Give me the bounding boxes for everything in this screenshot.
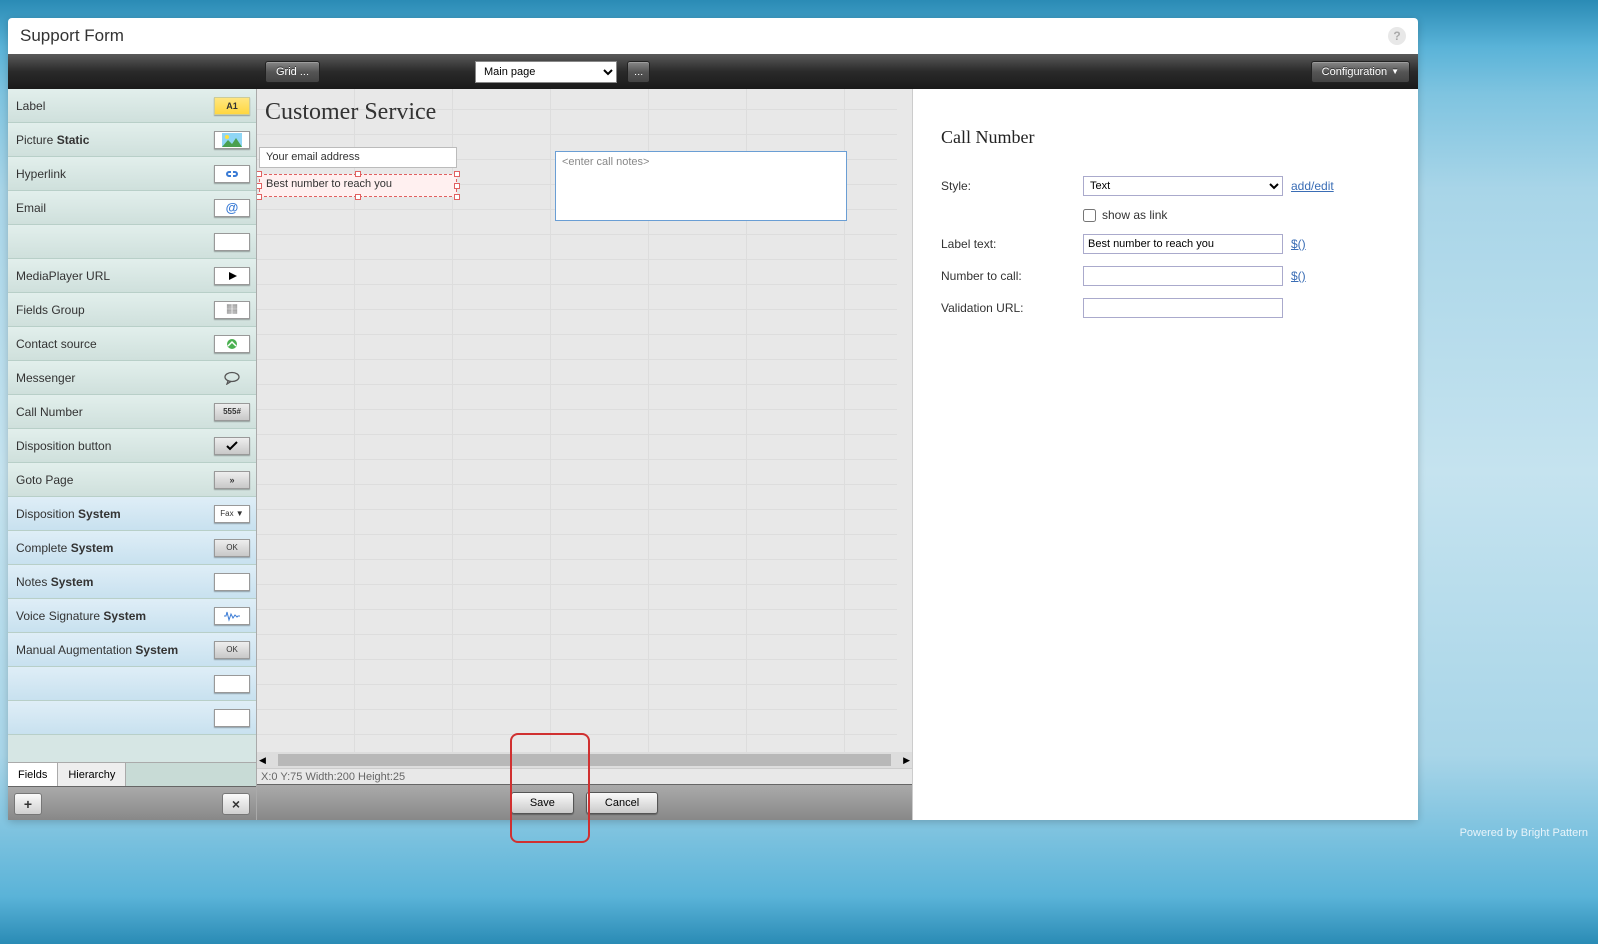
canvas-grid: Customer Service [257, 89, 912, 136]
palette-item-disposition-system[interactable]: Disposition System Fax ▼ [8, 497, 256, 531]
palette-item-manualaug-system[interactable]: Manual Augmentation System OK [8, 633, 256, 667]
ok-chip-icon: OK [214, 539, 250, 557]
palette-item-email[interactable]: Email @ [8, 191, 256, 225]
cancel-button[interactable]: Cancel [586, 792, 658, 814]
fax-chip-icon: Fax ▼ [214, 505, 250, 523]
canvas-area: Customer Service Your email address Best… [257, 89, 912, 820]
palette-item-disposition-button[interactable]: Disposition button [8, 429, 256, 463]
showlink-label: show as link [1102, 208, 1167, 222]
palette-item-mediaplayer[interactable]: MediaPlayer URL [8, 259, 256, 293]
style-select[interactable]: Text [1083, 176, 1283, 196]
validation-input[interactable] [1083, 298, 1283, 318]
toolbar-left-spacer [8, 54, 257, 89]
configuration-button[interactable]: Configuration ▼ [1311, 61, 1410, 83]
link-chip-icon [214, 165, 250, 183]
prop-row-labeltext: Label text: $() [941, 234, 1390, 254]
scroll-right-icon[interactable]: ▶ [901, 755, 912, 766]
app-window: Support Form ? Grid ... Main page ... Co… [8, 18, 1418, 820]
palette-item-empty-2 [8, 667, 256, 701]
action-bar: Save Cancel [257, 784, 912, 820]
gotopage-chip-icon: » [214, 471, 250, 489]
page-more-button[interactable]: ... [627, 61, 650, 83]
number-input[interactable] [1083, 266, 1283, 286]
prop-row-number: Number to call: $() [941, 266, 1390, 286]
status-bar: X:0 Y:75 Width:200 Height:25 [257, 768, 912, 784]
prop-row-style: Style: Text add/edit [941, 176, 1390, 196]
picture-chip-icon [214, 131, 250, 149]
palette-item-hyperlink[interactable]: Hyperlink [8, 157, 256, 191]
wave-chip-icon [214, 607, 250, 625]
add-button[interactable]: + [14, 793, 42, 815]
email-chip-icon: @ [214, 199, 250, 217]
play-chip-icon [214, 267, 250, 285]
validation-label: Validation URL: [941, 301, 1083, 315]
labeltext-label: Label text: [941, 237, 1083, 251]
delete-button[interactable]: × [222, 793, 250, 815]
scroll-left-icon[interactable]: ◀ [257, 755, 268, 766]
showlink-checkbox[interactable] [1083, 209, 1096, 222]
canvas-scroll[interactable]: Customer Service Your email address Best… [257, 89, 912, 752]
palette-item-picture[interactable]: Picture Static [8, 123, 256, 157]
tab-fields[interactable]: Fields [8, 763, 58, 786]
palette-item-complete-system[interactable]: Complete System OK [8, 531, 256, 565]
palette-item-notes-system[interactable]: Notes System [8, 565, 256, 599]
palette-item-empty-1 [8, 225, 256, 259]
callnumber-chip-icon: 555# [214, 403, 250, 421]
sidebar: Label A1 Picture Static Hyperlink Em [8, 89, 257, 820]
page-select[interactable]: Main page [475, 61, 617, 83]
component-palette: Label A1 Picture Static Hyperlink Em [8, 89, 256, 762]
grid-button[interactable]: Grid ... [265, 61, 320, 83]
palette-item-callnumber[interactable]: Call Number 555# [8, 395, 256, 429]
number-label: Number to call: [941, 269, 1083, 283]
prop-row-showlink: show as link [941, 208, 1390, 222]
body: Label A1 Picture Static Hyperlink Em [8, 89, 1418, 820]
chevron-down-icon: ▼ [1391, 67, 1399, 76]
ok2-chip-icon: OK [214, 641, 250, 659]
properties-panel: Call Number Style: Text add/edit show as… [912, 89, 1418, 820]
save-button[interactable]: Save [511, 792, 574, 814]
palette-item-empty-3 [8, 701, 256, 735]
tab-hierarchy[interactable]: Hierarchy [58, 763, 126, 786]
chat-chip-icon [214, 371, 250, 385]
horizontal-scrollbar[interactable]: ◀ ▶ [257, 752, 912, 768]
toolbar: Grid ... Main page ... Configuration ▼ [257, 54, 1418, 89]
help-icon[interactable]: ? [1388, 27, 1406, 45]
style-label: Style: [941, 179, 1083, 193]
palette-item-label[interactable]: Label A1 [8, 89, 256, 123]
properties-title: Call Number [941, 127, 1390, 148]
palette-item-gotopage[interactable]: Goto Page » [8, 463, 256, 497]
notes-chip-icon [214, 573, 250, 591]
header-bar: Support Form ? [8, 18, 1418, 54]
grid-chip-icon: ▦▦▦▦ [214, 301, 250, 319]
labeltext-expr-link[interactable]: $() [1291, 237, 1306, 251]
page-title: Support Form [20, 26, 124, 46]
notes-field-element[interactable]: <enter call notes> [555, 151, 847, 221]
number-expr-link[interactable]: $() [1291, 269, 1306, 283]
addedit-link[interactable]: add/edit [1291, 179, 1334, 193]
palette-footer: + × [8, 786, 256, 820]
labeltext-input[interactable] [1083, 234, 1283, 254]
check-chip-icon [214, 437, 250, 455]
email-field-element[interactable]: Your email address [259, 147, 457, 168]
palette-item-messenger[interactable]: Messenger [8, 361, 256, 395]
palette-tabs: Fields Hierarchy [8, 762, 256, 786]
configuration-label: Configuration [1322, 66, 1387, 78]
label-chip-icon: A1 [214, 97, 250, 115]
contact-chip-icon [214, 335, 250, 353]
form-title: Customer Service [257, 89, 912, 136]
prop-row-validation: Validation URL: [941, 298, 1390, 318]
footer-brand: Powered by Bright Pattern [1460, 827, 1588, 839]
palette-item-voicesig-system[interactable]: Voice Signature System [8, 599, 256, 633]
palette-item-fieldsgroup[interactable]: Fields Group ▦▦▦▦ [8, 293, 256, 327]
palette-item-contactsource[interactable]: Contact source [8, 327, 256, 361]
callnumber-field-element[interactable]: Best number to reach you [259, 174, 457, 197]
